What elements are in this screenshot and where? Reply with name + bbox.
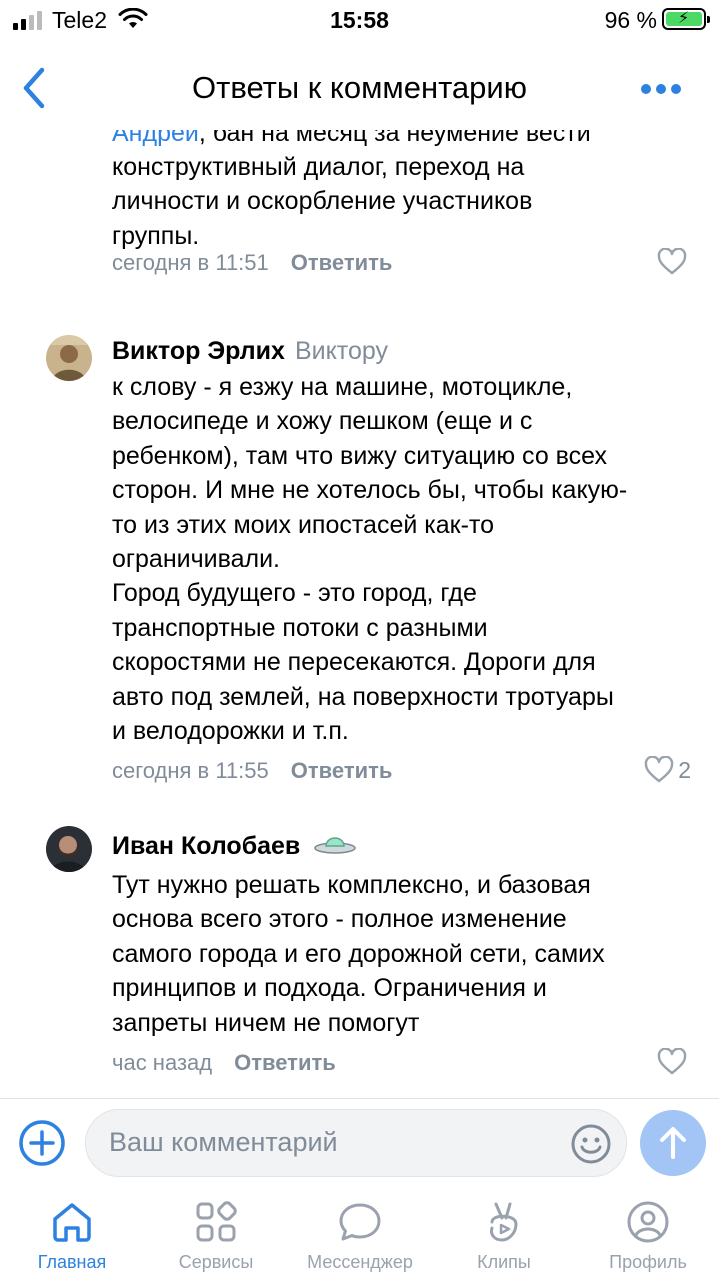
tab-bar: Главная Сервисы Мессенджер Клипы Профиль <box>0 1186 719 1280</box>
nav-header: Ответы к комментарию <box>0 40 719 130</box>
comment-thread[interactable]: Андрей, бан на месяц за неумение вести к… <box>0 130 719 1098</box>
heart-icon <box>657 248 687 275</box>
tab-label: Сервисы <box>178 1252 254 1272</box>
comment-input-bar: Ваш комментарий <box>0 1098 719 1186</box>
home-icon <box>53 1203 91 1242</box>
comment-meta: час назад Ответить <box>112 1050 336 1076</box>
clips-icon <box>490 1202 518 1242</box>
comment-time: сегодня в 11:51 <box>112 250 269 275</box>
comment-meta: сегодня в 11:51 Ответить <box>112 250 392 276</box>
like-button[interactable] <box>657 1048 691 1076</box>
profile-icon <box>627 1201 669 1243</box>
reply-to-name[interactable]: Виктору <box>295 337 388 365</box>
avatar[interactable] <box>46 335 92 381</box>
avatar[interactable] <box>46 826 92 872</box>
battery-icon: ⚡ <box>662 8 710 30</box>
comment-text: конструктивный диалог, переход на личнос… <box>112 153 533 250</box>
status-bar: Tele2 15:58 96 % ⚡ <box>0 0 719 40</box>
mention-link[interactable]: Андрей <box>112 130 199 147</box>
comment-text: Тут нужно решать комплексно, и базовая о… <box>112 871 605 1037</box>
tab-messenger[interactable]: Мессенджер <box>290 1186 430 1280</box>
tab-label: Главная <box>37 1252 107 1272</box>
comment-field[interactable]: Ваш комментарий <box>85 1109 627 1177</box>
comment-time: сегодня в 11:55 <box>112 758 269 783</box>
tab-label: Клипы <box>477 1252 531 1272</box>
reply-button[interactable]: Ответить <box>291 758 393 783</box>
ufo-icon <box>314 837 357 854</box>
battery-percent: 96 % <box>604 7 657 33</box>
tab-clips[interactable]: Клипы <box>434 1186 574 1280</box>
like-count: 2 <box>678 756 691 783</box>
comment-text: Андрей, бан на месяц за неумение вести <box>112 130 692 150</box>
comment-author[interactable]: Виктор Эрлих Виктору <box>112 337 388 366</box>
more-horizontal-icon[interactable] <box>641 84 681 94</box>
comment-text: к слову - я езжу на машине, мотоцикле, в… <box>112 373 628 746</box>
services-icon <box>196 1201 237 1242</box>
reply-button[interactable]: Ответить <box>291 250 393 275</box>
tab-profile[interactable]: Профиль <box>578 1186 718 1280</box>
comment-meta: сегодня в 11:55 Ответить <box>112 758 392 784</box>
tab-label: Мессенджер <box>307 1252 413 1272</box>
messenger-icon <box>339 1203 381 1241</box>
add-attachment-icon[interactable] <box>18 1119 66 1167</box>
tab-home[interactable]: Главная <box>2 1186 142 1280</box>
arrow-up-icon <box>660 1127 686 1159</box>
send-button[interactable] <box>640 1110 706 1176</box>
heart-icon <box>644 756 674 783</box>
like-button[interactable] <box>657 248 691 276</box>
reply-button[interactable]: Ответить <box>234 1050 336 1075</box>
tab-services[interactable]: Сервисы <box>146 1186 286 1280</box>
tab-label: Профиль <box>609 1252 687 1272</box>
emoji-icon[interactable] <box>570 1123 612 1165</box>
page-title: Ответы к комментарию <box>192 70 527 105</box>
comment-time: час назад <box>112 1050 213 1075</box>
comment-placeholder: Ваш комментарий <box>109 1127 338 1157</box>
like-button[interactable]: 2 <box>644 756 691 784</box>
comment-author[interactable]: Иван Колобаев <box>112 832 357 861</box>
heart-icon <box>657 1048 687 1075</box>
